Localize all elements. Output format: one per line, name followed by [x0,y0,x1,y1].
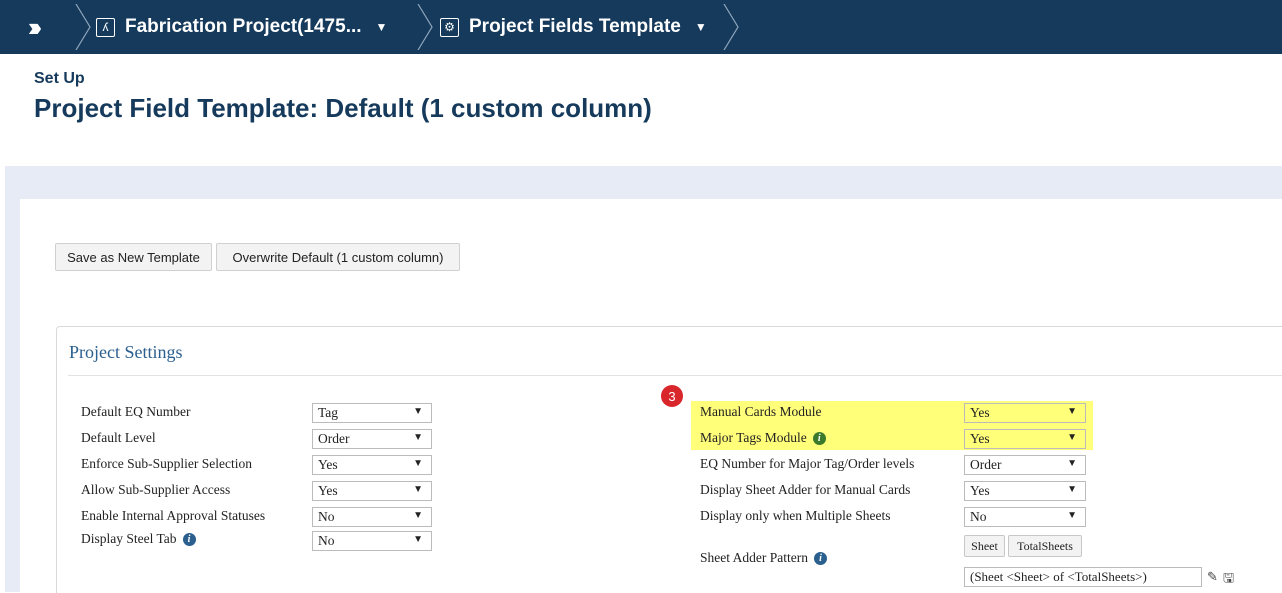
save-icon[interactable]: 🖫 [1223,569,1234,591]
info-icon[interactable]: i [182,533,196,547]
step-badge: 3 [661,385,683,407]
label-text: Sheet Adder Pattern [700,550,808,565]
select-value: Yes [318,457,338,472]
dropdown-arrow-icon: ▼ [413,484,423,495]
chevron-down-icon[interactable]: ▼ [695,20,707,34]
default-level-label: Default Level [81,430,156,445]
major-tags-module-select[interactable]: Yes ▼ [964,429,1086,449]
default-level-select[interactable]: Order ▼ [312,429,432,449]
dropdown-arrow-icon: ▼ [1067,406,1077,417]
info-icon[interactable]: i [812,432,826,446]
allow-sub-supplier-access-select[interactable]: Yes ▼ [312,481,432,501]
chevron-down-icon[interactable]: ▼ [376,20,388,34]
select-value: Tag [318,405,339,420]
breadcrumb-separator-icon [723,4,739,50]
save-as-new-template-button[interactable]: Save as New Template [55,243,212,271]
select-value: Yes [970,483,990,498]
breadcrumb-project-fields-template[interactable]: ⚙ Project Fields Template ▼ [440,0,707,54]
sheet-token-button[interactable]: Sheet [964,535,1005,557]
major-tags-module-label: Major Tags Module i [700,430,826,446]
home-chevrons-icon[interactable]: ››› [28,0,42,54]
display-sheet-adder-select[interactable]: Yes ▼ [964,481,1086,501]
eq-number-major-tag-label: EQ Number for Major Tag/Order levels [700,456,915,471]
display-sheet-adder-label: Display Sheet Adder for Manual Cards [700,482,911,497]
breadcrumb-label: Fabrication Project(1475... [125,16,362,37]
display-steel-tab-select[interactable]: No ▼ [312,531,432,551]
breadcrumb-fabrication-project[interactable]: ʎ Fabrication Project(1475... ▼ [96,0,387,54]
divider [68,375,1282,376]
breadcrumb-label: Project Fields Template [469,16,681,37]
label-text: Display Steel Tab [81,531,177,546]
allow-sub-supplier-access-label: Allow Sub-Supplier Access [81,482,231,497]
default-eq-number-label: Default EQ Number [81,404,191,419]
dropdown-arrow-icon: ▼ [1067,510,1077,521]
enable-internal-approval-select[interactable]: No ▼ [312,507,432,527]
enforce-sub-supplier-select[interactable]: Yes ▼ [312,455,432,475]
eraser-icon[interactable]: ✎ [1207,569,1218,585]
eq-number-major-tag-select[interactable]: Order ▼ [964,455,1086,475]
total-sheets-token-button[interactable]: TotalSheets [1008,535,1082,557]
enforce-sub-supplier-label: Enforce Sub-Supplier Selection [81,456,252,471]
page-title: Project Field Template: Default (1 custo… [34,93,652,123]
dropdown-arrow-icon: ▼ [1067,432,1077,443]
dropdown-arrow-icon: ▼ [1067,484,1077,495]
overwrite-default-button[interactable]: Overwrite Default (1 custom column) [216,243,460,271]
dropdown-arrow-icon: ▼ [413,534,423,545]
info-icon[interactable]: i [813,552,827,566]
dropdown-arrow-icon: ▼ [413,432,423,443]
dropdown-arrow-icon: ▼ [1067,458,1077,469]
display-multiple-sheets-label: Display only when Multiple Sheets [700,508,891,523]
select-value: Order [970,457,1002,472]
label-text: Major Tags Module [700,430,807,445]
select-value: Yes [318,483,338,498]
dropdown-arrow-icon: ▼ [413,458,423,469]
top-nav-bar: ››› ʎ Fabrication Project(1475... ▼ ⚙ Pr… [0,0,1282,54]
display-steel-tab-label: Display Steel Tab i [81,531,196,547]
manual-cards-module-label: Manual Cards Module [700,404,822,419]
select-value: Order [318,431,350,446]
manual-cards-module-select[interactable]: Yes ▼ [964,403,1086,423]
select-value: Yes [970,405,990,420]
breadcrumb-separator-icon [417,4,433,50]
sheet-adder-pattern-label: Sheet Adder Pattern i [700,550,827,566]
enable-internal-approval-label: Enable Internal Approval Statuses [81,508,266,523]
person-icon: ʎ [96,17,115,37]
select-value: Yes [970,431,990,446]
select-value: No [318,509,335,524]
dropdown-arrow-icon: ▼ [413,406,423,417]
project-settings-title: Project Settings [69,342,183,362]
sheet-adder-pattern-input[interactable]: (Sheet <Sheet> of <TotalSheets>) [964,567,1202,587]
select-value: No [970,509,987,524]
dropdown-arrow-icon: ▼ [413,510,423,521]
default-eq-number-select[interactable]: Tag ▼ [312,403,432,423]
display-multiple-sheets-select[interactable]: No ▼ [964,507,1086,527]
gear-icon: ⚙ [440,17,459,37]
page-subtitle: Set Up [34,70,85,87]
select-value: No [318,533,335,548]
breadcrumb-separator-icon [75,4,91,50]
